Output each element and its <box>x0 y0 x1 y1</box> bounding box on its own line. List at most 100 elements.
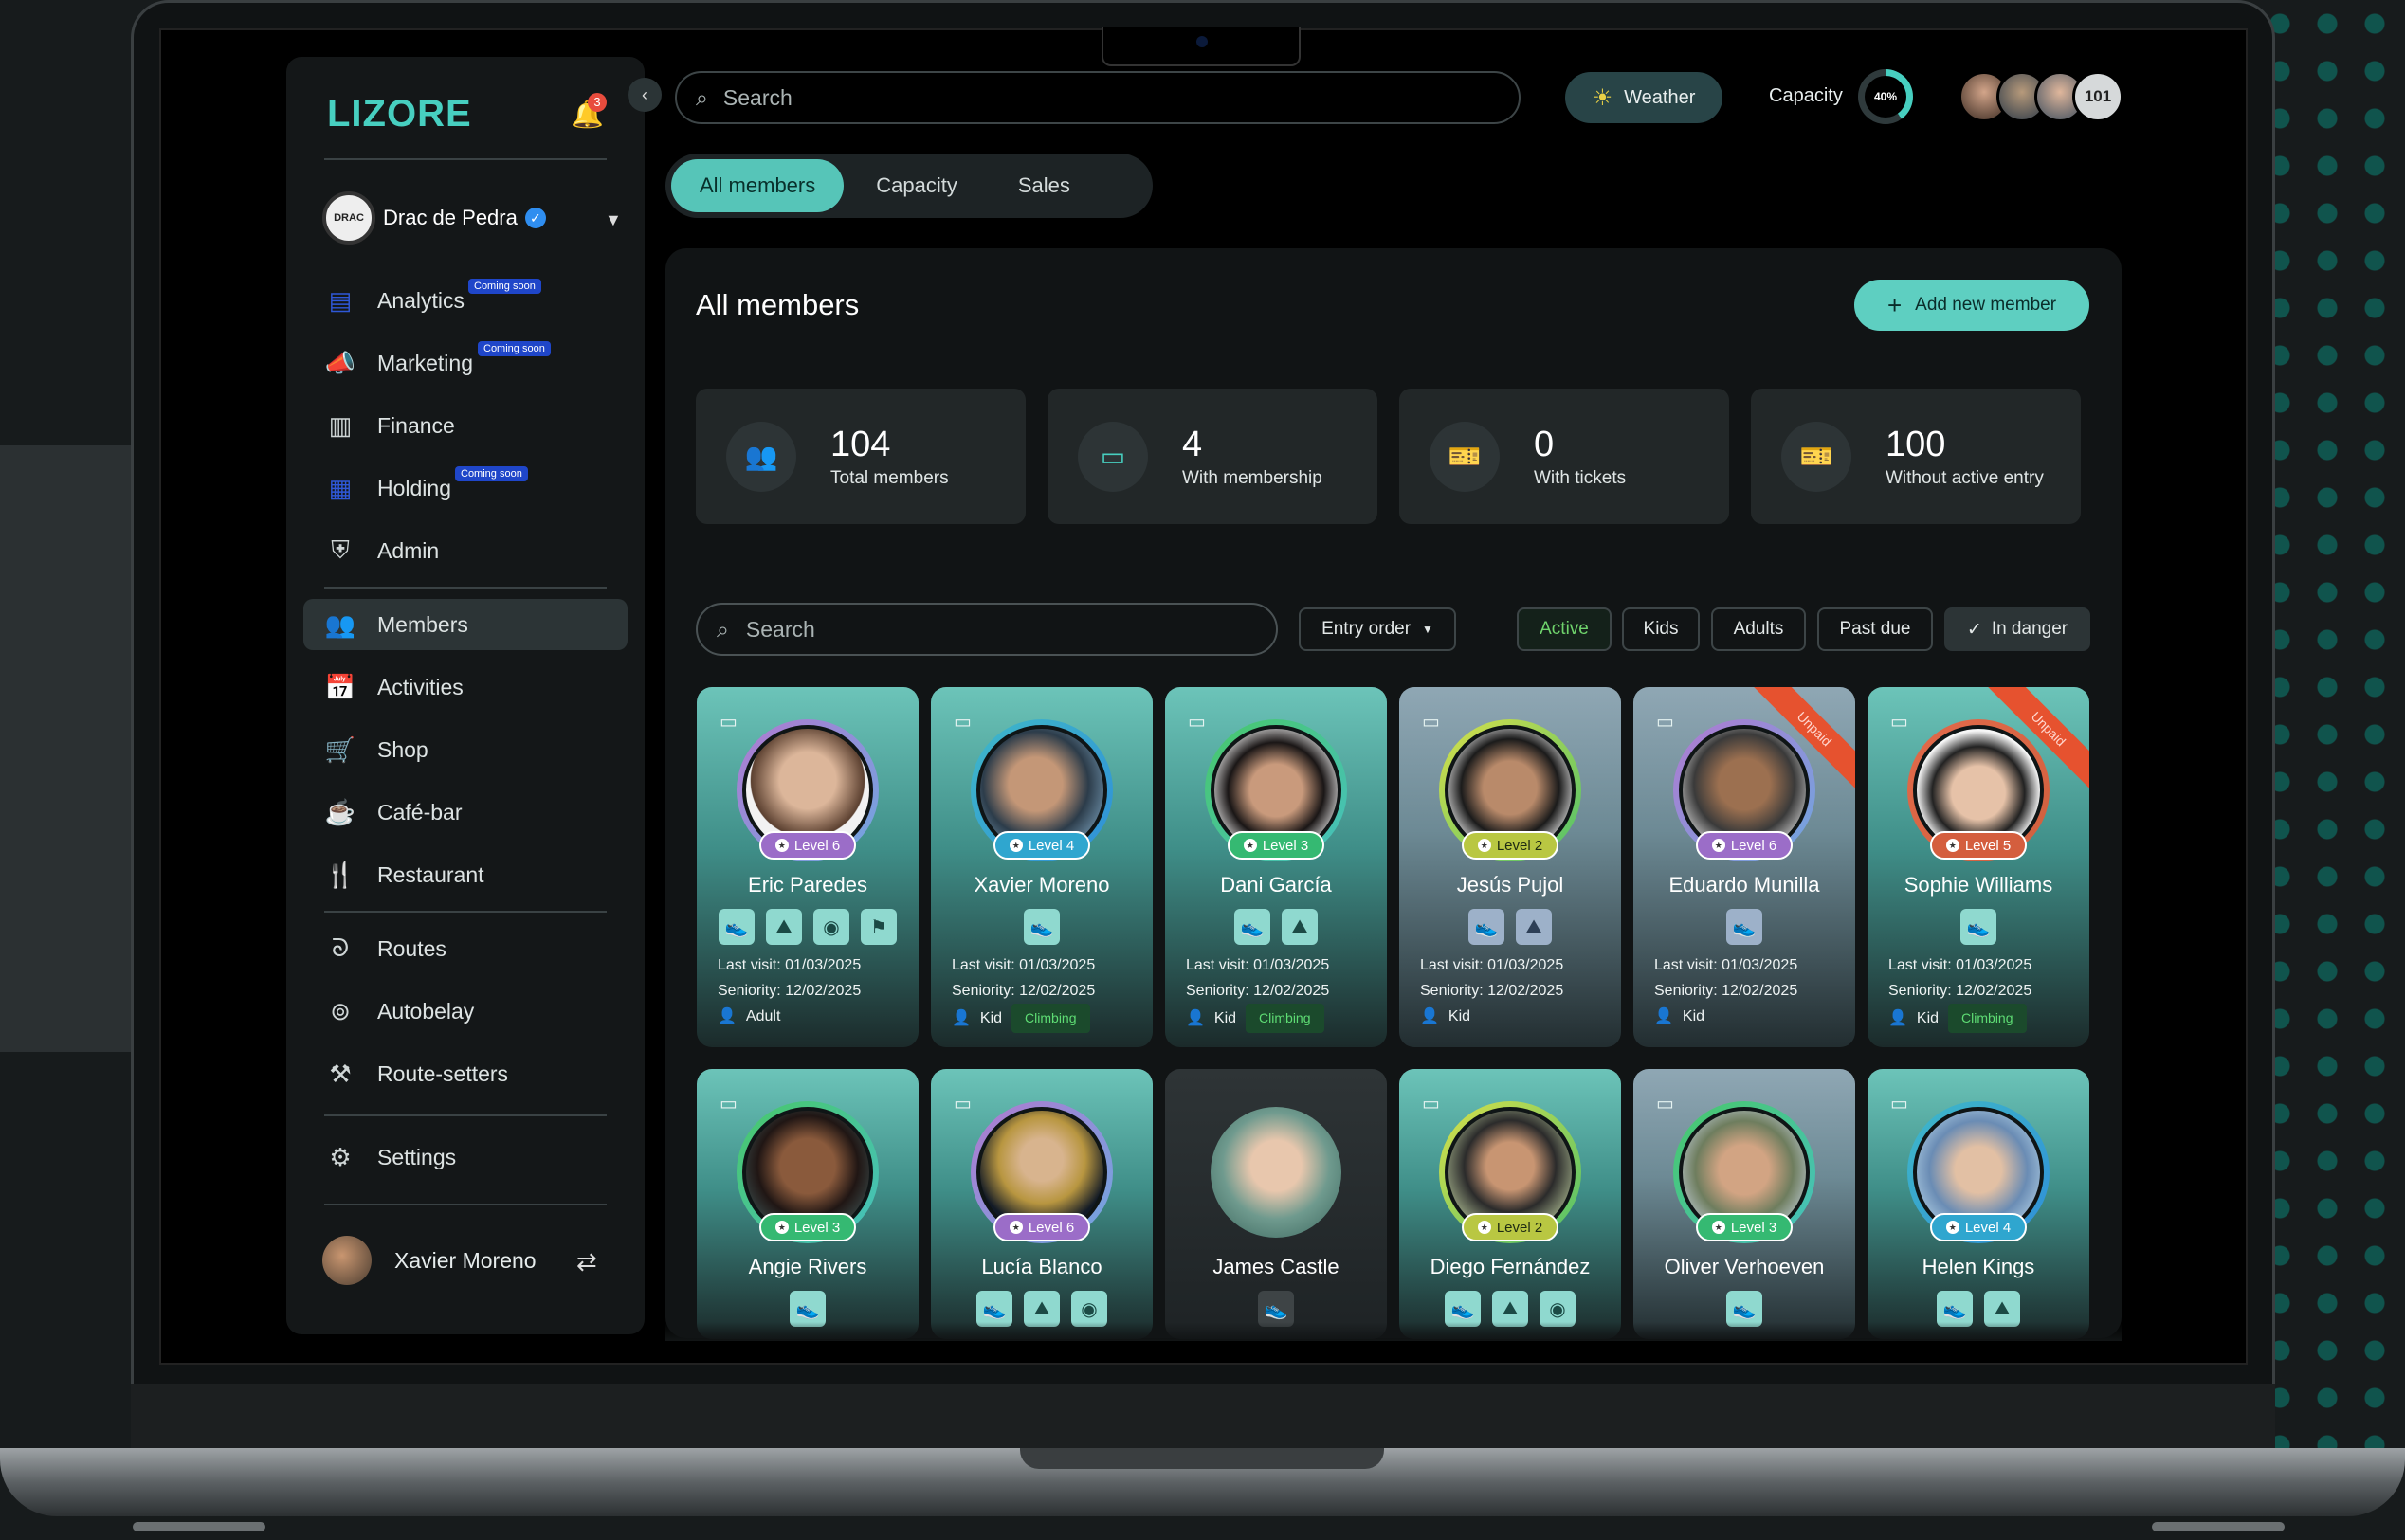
star-icon: ★ <box>1945 1221 1959 1234</box>
sidebar-item-settings[interactable]: ⚙ Settings <box>303 1132 628 1183</box>
stat-label: Total members <box>830 467 949 488</box>
activity-icons: 👟 <box>1633 909 1855 945</box>
member-card[interactable]: ▭ ★ Level 2 Diego Fernández 👟 ⛰ ◉ <box>1399 1069 1621 1339</box>
activity-icons: 👟 <box>931 909 1153 945</box>
member-meta: Last visit: 01/03/2025 Seniority: 12/02/… <box>1654 952 1797 1029</box>
sidebar-item-admin[interactable]: ⛨ Admin <box>303 525 628 576</box>
member-name: Eric Paredes <box>748 873 867 897</box>
add-member-button[interactable]: + Add new member <box>1854 280 2089 331</box>
member-search-input[interactable]: ⌕ Search <box>696 603 1278 656</box>
online-users[interactable]: 101 <box>1959 71 2123 122</box>
climbing-tag: Climbing <box>1011 1004 1090 1033</box>
filter-adults[interactable]: Adults <box>1711 607 1806 651</box>
coming-soon-badge: Coming soon <box>468 279 541 294</box>
person-icon: 👤 <box>1654 1008 1673 1024</box>
sun-icon: ☀ <box>1592 84 1613 111</box>
member-meta: Last visit: 01/03/2025 Seniority: 12/02/… <box>1186 952 1329 1033</box>
bar-chart-icon: ▥ <box>328 410 353 440</box>
level-badge: ★ Level 4 <box>1930 1213 2027 1241</box>
sidebar-item-label: Café-bar <box>377 799 463 824</box>
stat-with-membership: ▭ 4 With membership <box>1048 389 1377 524</box>
sort-dropdown[interactable]: Entry order ▼ <box>1299 607 1456 651</box>
filter-in-danger[interactable]: ✓ In danger <box>1944 607 2090 651</box>
sidebar-item-label: Shop <box>377 736 428 762</box>
level-label: Level 3 <box>1262 837 1309 854</box>
climbing-shoe-icon: 👟 <box>1234 909 1270 945</box>
member-card[interactable]: ▭ ★ Level 3 Oliver Verhoeven 👟 <box>1633 1069 1855 1339</box>
star-icon: ★ <box>774 839 789 852</box>
star-icon: ★ <box>1243 839 1257 852</box>
global-search-input[interactable]: ⌕ Search <box>675 71 1521 124</box>
member-card[interactable]: ▭ ★ Level 6 Eric Paredes 👟 ⛰ ◉ ⚑ Last vis… <box>697 687 919 1047</box>
filter-past-due[interactable]: Past due <box>1817 607 1933 651</box>
sidebar-item-routes[interactable]: ᘐ Routes <box>303 923 628 974</box>
member-card[interactable]: ▭ Unpaid ★ Level 5 Sophie Williams 👟 Last… <box>1868 687 2089 1047</box>
sidebar-item-finance[interactable]: ▥ Finance <box>303 400 628 451</box>
check-icon: ✓ <box>1966 619 1982 640</box>
user-name: Xavier Moreno <box>394 1247 537 1273</box>
tab-capacity[interactable]: Capacity <box>847 159 986 212</box>
avatar-ring <box>1205 1101 1347 1243</box>
member-card[interactable]: ▭ ★ Level 3 Angie Rivers 👟 <box>697 1069 919 1339</box>
member-card[interactable]: ▭ Unpaid ★ Level 6 Eduardo Munilla 👟 Last… <box>1633 687 1855 1047</box>
climbing-tag: Climbing <box>1948 1004 2027 1033</box>
sidebar-item-marketing[interactable]: 📣 Marketing <box>303 337 628 389</box>
level-badge: ★ Level 6 <box>759 831 856 860</box>
level-badge: ★ Level 6 <box>993 1213 1090 1241</box>
member-meta: Last visit: 01/03/2025 Seniority: 12/02/… <box>718 952 861 1029</box>
member-type: Kid <box>1682 1008 1705 1024</box>
level-badge: ★ Level 6 <box>1696 831 1793 860</box>
analytics-icon: ▤ <box>328 285 353 315</box>
gym-selector[interactable]: DRAC Drac de Pedra ✓ <box>322 191 546 245</box>
member-card[interactable]: ▭ ★ Level 2 Jesús Pujol 👟 ⛰ Last visit: 0… <box>1399 687 1621 1047</box>
stat-label: With tickets <box>1534 467 1627 488</box>
seniority: Seniority: 12/02/2025 <box>1654 983 1798 999</box>
gear-icon: ⚙ <box>329 1142 352 1171</box>
coming-soon-badge: Coming soon <box>478 341 551 356</box>
laptop-foot <box>2152 1522 2285 1531</box>
level-label: Level 4 <box>1028 837 1075 854</box>
member-type: Kid <box>1448 1008 1471 1024</box>
level-badge: ★ Level 3 <box>1696 1213 1793 1241</box>
member-card[interactable]: ▭ ★ Level 4 Helen Kings 👟 ⛰ <box>1868 1069 2089 1339</box>
capacity-gauge[interactable]: 40% <box>1858 69 1913 124</box>
search-icon: ⌕ <box>696 84 708 110</box>
calendar-icon: 📅 <box>324 672 356 701</box>
sidebar-item-analytics[interactable]: ▤ Analytics <box>303 275 628 326</box>
sidebar-item-shop[interactable]: 🛒 Shop <box>303 724 628 775</box>
filter-active[interactable]: Active <box>1517 607 1612 651</box>
tab-sales[interactable]: Sales <box>990 159 1099 212</box>
weather-button[interactable]: ☀ Weather <box>1565 72 1722 123</box>
member-card[interactable]: James Castle 👟 <box>1165 1069 1387 1339</box>
climbing-shoe-icon: 👟 <box>1960 909 1996 945</box>
member-card[interactable]: ▭ ★ Level 3 Dani García 👟 ⛰ Last visit: 0… <box>1165 687 1387 1047</box>
search-icon: ⌕ <box>717 616 729 642</box>
sidebar-item-autobelay[interactable]: ⊚ Autobelay <box>303 986 628 1037</box>
level-badge: ★ Level 2 <box>1462 831 1558 860</box>
star-icon: ★ <box>1477 839 1491 852</box>
sidebar-item-route-setters[interactable]: ⚒ Route-setters <box>303 1048 628 1099</box>
chevron-down-icon[interactable]: ▼ <box>605 210 622 230</box>
sort-label: Entry order <box>1321 619 1412 639</box>
collapse-sidebar-button[interactable]: ‹ <box>628 78 662 112</box>
current-user[interactable]: Xavier Moreno <box>322 1236 537 1285</box>
tab-all-members[interactable]: All members <box>671 159 845 212</box>
sidebar-item-restaurant[interactable]: 🍴 Restaurant <box>303 849 628 900</box>
sidebar-item-label: Members <box>377 611 468 637</box>
membership-icon: ▭ <box>1422 1094 1440 1114</box>
member-card[interactable]: ▭ ★ Level 4 Xavier Moreno 👟 Last visit: 0… <box>931 687 1153 1047</box>
climbing-shoe-icon: 👟 <box>1468 909 1504 945</box>
level-badge: ★ Level 2 <box>1462 1213 1558 1241</box>
filter-kids[interactable]: Kids <box>1622 607 1700 651</box>
sidebar-item-label: Route-setters <box>377 1060 509 1086</box>
stat-label: With membership <box>1182 467 1322 488</box>
member-card[interactable]: ▭ ★ Level 6 Lucía Blanco 👟 ⛰ ◉ <box>931 1069 1153 1339</box>
sidebar-item-activities[interactable]: 📅 Activities <box>303 661 628 713</box>
seniority: Seniority: 12/02/2025 <box>1420 983 1564 999</box>
switch-user-icon[interactable]: ⇄ <box>576 1247 597 1277</box>
sidebar-item-cafe-bar[interactable]: ☕ Café-bar <box>303 787 628 838</box>
member-name: Helen Kings <box>1922 1255 2035 1278</box>
sidebar-item-members[interactable]: 👥 Members <box>303 599 628 650</box>
app-logo[interactable]: LIZORE <box>327 93 472 136</box>
divider <box>324 911 607 913</box>
